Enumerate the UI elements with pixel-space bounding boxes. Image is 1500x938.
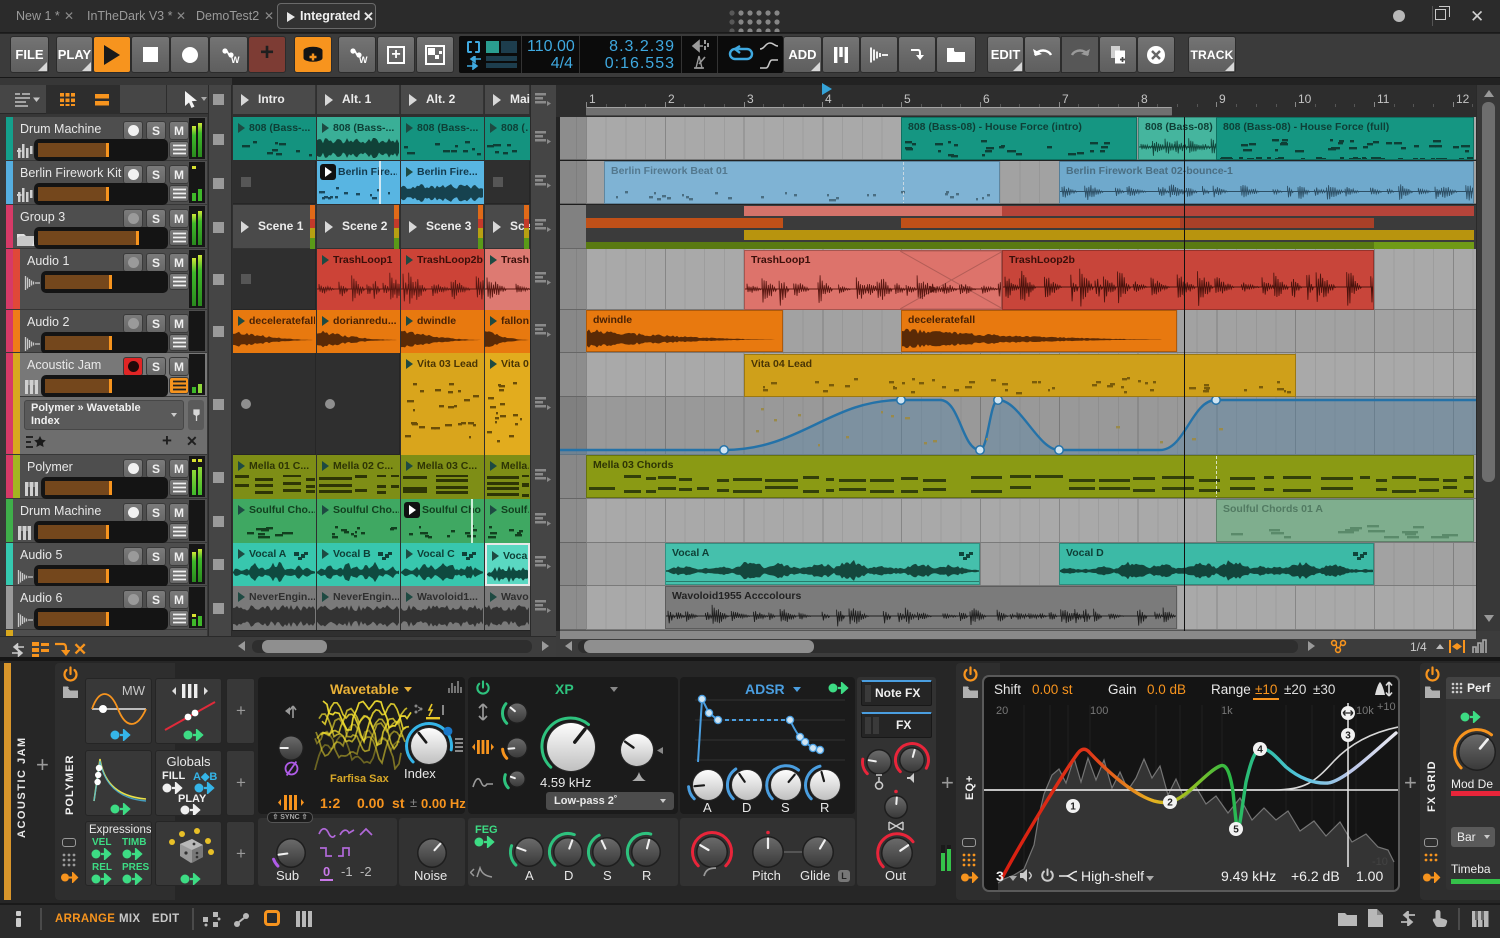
svg-text:5: 5: [1233, 825, 1239, 836]
svg-text:W: W: [231, 55, 240, 65]
svg-text:4: 4: [1257, 745, 1263, 756]
svg-text:2: 2: [1167, 798, 1173, 809]
svg-text:W: W: [359, 55, 368, 65]
svg-text:1: 1: [1070, 802, 1076, 813]
svg-text:3: 3: [1345, 731, 1351, 742]
